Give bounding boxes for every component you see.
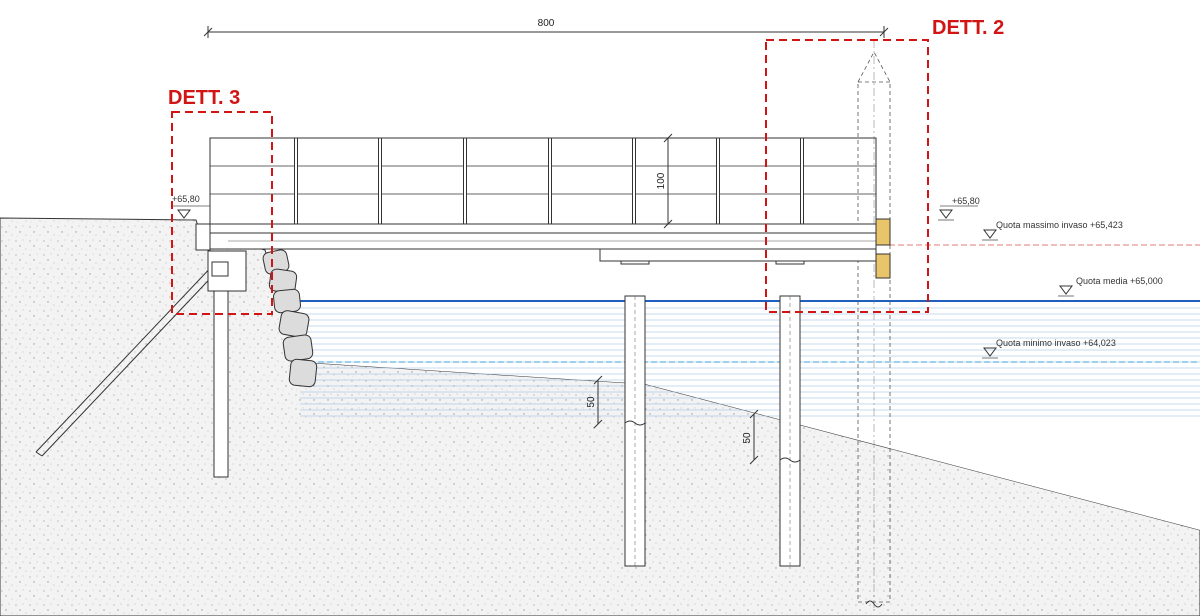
fender-lower [875,253,891,279]
detail-3-label: DETT. 3 [168,87,240,109]
deck-level-right-label: +65,80 [952,196,980,206]
level-marker-max: Quota massimo invaso +65,423 [982,220,1123,241]
railing-post [463,137,467,225]
railing-height-label: 100 [656,172,667,189]
detail-2-label: DETT. 2 [932,17,1004,39]
railing-post [548,137,552,225]
embed-left-label: 50 [586,396,597,408]
railing-post [378,137,382,225]
railing-post [632,137,636,225]
max-level-label: Quota massimo invaso +65,423 [996,220,1123,230]
deck [209,223,877,262]
railing-post [294,137,298,225]
mean-level-label: Quota media +65,000 [1076,276,1163,286]
pile-center [620,253,650,567]
railing-post [800,137,804,225]
technical-drawing: 800 100 50 50 +65,80 +65,80 Quota massim… [0,17,1200,616]
min-level-label: Quota minimo invaso +64,023 [996,338,1116,348]
deck-level-left-label: +65,80 [172,194,200,204]
embed-right-label: 50 [742,432,753,444]
pile-right [775,253,805,567]
railing [209,137,877,225]
span-dimension-label: 800 [538,18,555,29]
fender-upper [875,218,891,246]
railing-post [716,137,720,225]
span-dimension: 800 [203,18,889,38]
level-marker-mean: Quota media +65,000 [1058,276,1163,297]
railing-height-dimension: 100 [656,133,673,229]
level-marker-deck-left: +65,80 [172,194,210,221]
level-marker-deck-right: +65,80 [938,196,980,221]
